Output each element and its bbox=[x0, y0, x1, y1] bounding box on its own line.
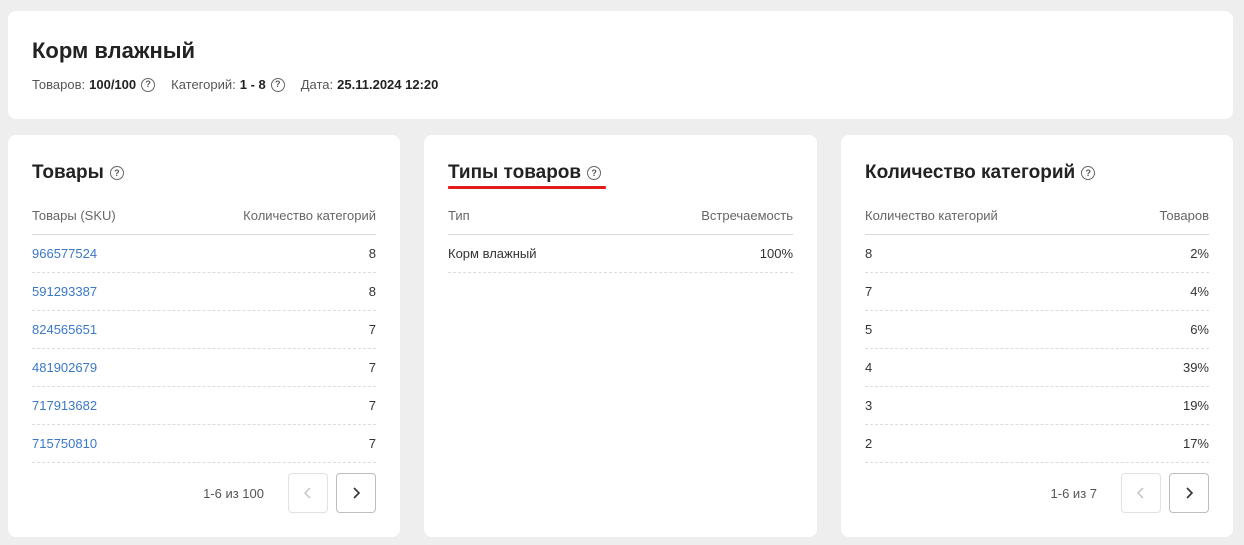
category-count-table: Количество категорий Товаров 8 2% 7 4% 5… bbox=[865, 197, 1209, 463]
header-card: Корм влажный Товаров: 100/100 ? Категори… bbox=[8, 11, 1233, 119]
pagination-range: 1-6 из 100 bbox=[203, 485, 264, 501]
table-header: Количество категорий Товаров bbox=[865, 197, 1209, 235]
sku-link[interactable]: 481902679 bbox=[32, 360, 97, 375]
category-count-panel: Количество категорий ? Количество катего… bbox=[841, 135, 1233, 537]
sku-link[interactable]: 591293387 bbox=[32, 284, 97, 299]
meta-categories-label: Категорий: bbox=[171, 77, 236, 92]
products-share-value: 4% bbox=[1190, 284, 1209, 299]
products-share-value: 39% bbox=[1182, 360, 1209, 375]
meta-products-label: Товаров: bbox=[32, 77, 86, 92]
table-row: 824565651 7 bbox=[32, 311, 376, 349]
table-row: 966577524 8 bbox=[32, 235, 376, 273]
table-row: 2 17% bbox=[865, 425, 1209, 463]
product-types-panel-title: Типы товаров ? bbox=[448, 162, 602, 184]
products-panel-title: Товары ? bbox=[32, 162, 124, 184]
products-panel-title-text: Товары bbox=[32, 162, 104, 183]
table-row: 717913682 7 bbox=[32, 387, 376, 425]
sku-link[interactable]: 717913682 bbox=[32, 398, 97, 413]
table-row: 481902679 7 bbox=[32, 349, 376, 387]
table-row: Корм влажный 100% bbox=[448, 235, 793, 273]
category-count-value: 7 bbox=[865, 284, 873, 299]
products-share-value: 6% bbox=[1190, 322, 1209, 337]
products-share-value: 2% bbox=[1190, 246, 1209, 261]
category-count-value: 2 bbox=[865, 436, 873, 451]
category-count-pagination: 1-6 из 7 bbox=[1051, 473, 1209, 513]
active-title-underline bbox=[448, 186, 606, 189]
category-count-panel-title: Количество категорий ? bbox=[865, 162, 1096, 184]
category-count-panel-title-text: Количество категорий bbox=[865, 162, 1076, 183]
table-header: Товары (SKU) Количество категорий bbox=[32, 197, 376, 235]
products-pagination: 1-6 из 100 bbox=[203, 473, 376, 513]
meta-products: Товаров: 100/100 ? bbox=[32, 77, 156, 92]
column-header-category-count[interactable]: Количество категорий bbox=[865, 208, 998, 223]
product-types-panel: Типы товаров ? Тип Встречаемость Корм вл… bbox=[424, 135, 817, 537]
category-count-value: 8 bbox=[368, 246, 376, 261]
help-icon[interactable]: ? bbox=[270, 77, 285, 92]
table-row: 715750810 7 bbox=[32, 425, 376, 463]
help-icon[interactable]: ? bbox=[141, 77, 156, 92]
header-meta: Товаров: 100/100 ? Категорий: 1 - 8 ? Да… bbox=[32, 77, 454, 92]
chevron-right-icon bbox=[353, 487, 361, 499]
next-page-button[interactable] bbox=[1169, 473, 1209, 513]
sku-link[interactable]: 715750810 bbox=[32, 436, 97, 451]
products-share-value: 17% bbox=[1182, 436, 1209, 451]
meta-products-value: 100/100 bbox=[89, 77, 137, 92]
category-count-value: 8 bbox=[865, 246, 873, 261]
category-count-value: 3 bbox=[865, 398, 873, 413]
chevron-right-icon bbox=[1186, 487, 1194, 499]
prev-page-button[interactable] bbox=[1121, 473, 1161, 513]
products-table: Товары (SKU) Количество категорий 966577… bbox=[32, 197, 376, 463]
column-header-products[interactable]: Товаров bbox=[1159, 208, 1209, 223]
table-row: 8 2% bbox=[865, 235, 1209, 273]
column-header-occurrence[interactable]: Встречаемость bbox=[701, 208, 793, 223]
meta-date-label: Дата: bbox=[300, 77, 334, 92]
category-count-value: 4 bbox=[865, 360, 873, 375]
chevron-left-icon bbox=[303, 487, 311, 499]
help-icon[interactable]: ? bbox=[587, 166, 602, 180]
meta-date-value: 25.11.2024 12:20 bbox=[337, 77, 439, 92]
category-count-value: 5 bbox=[865, 322, 873, 337]
sku-link[interactable]: 824565651 bbox=[32, 322, 97, 337]
column-header-category-count[interactable]: Количество категорий bbox=[243, 208, 376, 223]
page-title: Корм влажный bbox=[32, 38, 196, 63]
prev-page-button[interactable] bbox=[288, 473, 328, 513]
table-row: 7 4% bbox=[865, 273, 1209, 311]
products-share-value: 19% bbox=[1182, 398, 1209, 413]
table-row: 5 6% bbox=[865, 311, 1209, 349]
category-count-value: 7 bbox=[368, 322, 376, 337]
table-row: 3 19% bbox=[865, 387, 1209, 425]
column-header-type[interactable]: Тип bbox=[448, 208, 470, 223]
meta-categories-value: 1 - 8 bbox=[239, 77, 266, 92]
help-icon[interactable]: ? bbox=[109, 166, 124, 180]
chevron-left-icon bbox=[1136, 487, 1144, 499]
category-count-value: 7 bbox=[368, 398, 376, 413]
category-count-value: 7 bbox=[368, 436, 376, 451]
meta-date: Дата: 25.11.2024 12:20 bbox=[301, 77, 439, 92]
pagination-range: 1-6 из 7 bbox=[1050, 485, 1097, 501]
products-panel: Товары ? Товары (SKU) Количество категор… bbox=[8, 135, 400, 537]
next-page-button[interactable] bbox=[336, 473, 376, 513]
table-row: 4 39% bbox=[865, 349, 1209, 387]
occurrence-value: 100% bbox=[759, 246, 793, 261]
table-header: Тип Встречаемость bbox=[448, 197, 793, 235]
category-count-value: 8 bbox=[368, 284, 376, 299]
table-row: 591293387 8 bbox=[32, 273, 376, 311]
column-header-sku[interactable]: Товары (SKU) bbox=[32, 208, 116, 223]
meta-categories: Категорий: 1 - 8 ? bbox=[171, 77, 285, 92]
product-types-panel-title-text: Типы товаров bbox=[448, 162, 582, 183]
help-icon[interactable]: ? bbox=[1081, 166, 1096, 180]
type-value: Корм влажный bbox=[448, 246, 537, 261]
sku-link[interactable]: 966577524 bbox=[32, 246, 97, 261]
product-types-table: Тип Встречаемость Корм влажный 100% bbox=[448, 197, 793, 273]
category-count-value: 7 bbox=[368, 360, 376, 375]
